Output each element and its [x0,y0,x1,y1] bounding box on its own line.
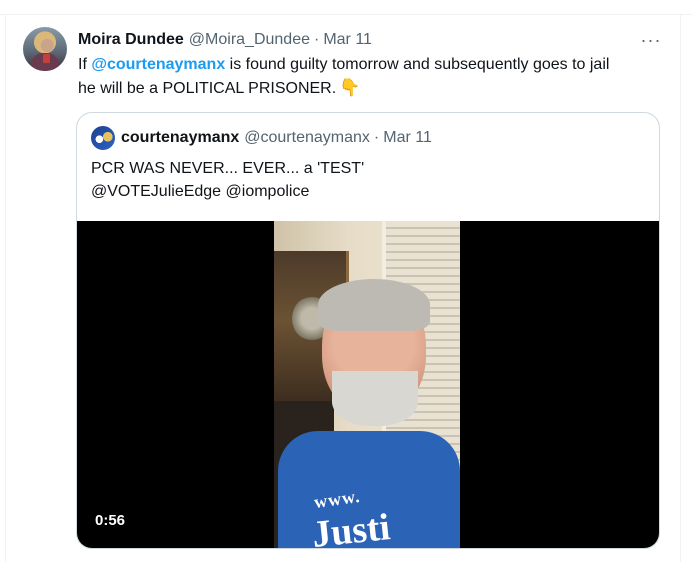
quoted-tweet-text: PCR WAS NEVER... EVER... a 'TEST' @VOTEJ… [91,157,641,203]
author-display-name[interactable]: Moira Dundee [78,31,184,49]
avatar[interactable] [23,27,67,71]
tweet-text-prefix: If [78,56,92,73]
separator-dot: · [314,31,320,48]
tweet-header: Moira Dundee @Moira_Dundee · Mar 11 [78,29,372,51]
more-options-icon[interactable]: ··· [639,29,663,51]
video-player[interactable]: www. Justi 0:56 [77,221,659,548]
tweet[interactable]: Moira Dundee @Moira_Dundee · Mar 11 ··· … [6,15,680,562]
quoted-avatar[interactable] [91,126,115,150]
tweet-date[interactable]: Mar 11 [323,31,372,49]
video-duration: 0:56 [95,512,126,529]
quoted-text-line2: @VOTEJulieEdge @iompolice [91,183,310,200]
top-divider [0,0,692,15]
video-frame: www. Justi [274,221,460,548]
timeline-right-border [680,14,681,562]
quoted-tweet[interactable]: courtenaymanx @courtenaymanx · Mar 11 PC… [76,112,660,549]
tweet-text-line1: is found guilty tomorrow and subsequentl… [225,56,610,73]
quoted-date[interactable]: Mar 11 [383,129,432,147]
quoted-text-line1: PCR WAS NEVER... EVER... a 'TEST' [91,160,365,177]
video-person-beard-front [332,371,418,426]
tweet-text-line2: he will be a POLITICAL PRISONER. [78,80,337,97]
quoted-handle[interactable]: @courtenaymanx [244,129,370,147]
author-handle[interactable]: @Moira_Dundee [189,31,310,49]
tweet-text: If @courtenaymanx is found guilty tomorr… [78,53,658,100]
avatar-cup [43,54,50,63]
quoted-tweet-header: courtenaymanx @courtenaymanx · Mar 11 [91,125,432,151]
video-person-hair [318,279,430,331]
mention-link[interactable]: @courtenaymanx [91,56,225,73]
shirt-print-bottom: Justi [310,506,393,548]
quoted-separator-dot: · [373,129,380,146]
pointing-down-emoji-icon: 👇 [339,78,361,97]
quoted-display-name[interactable]: courtenaymanx [121,129,239,147]
